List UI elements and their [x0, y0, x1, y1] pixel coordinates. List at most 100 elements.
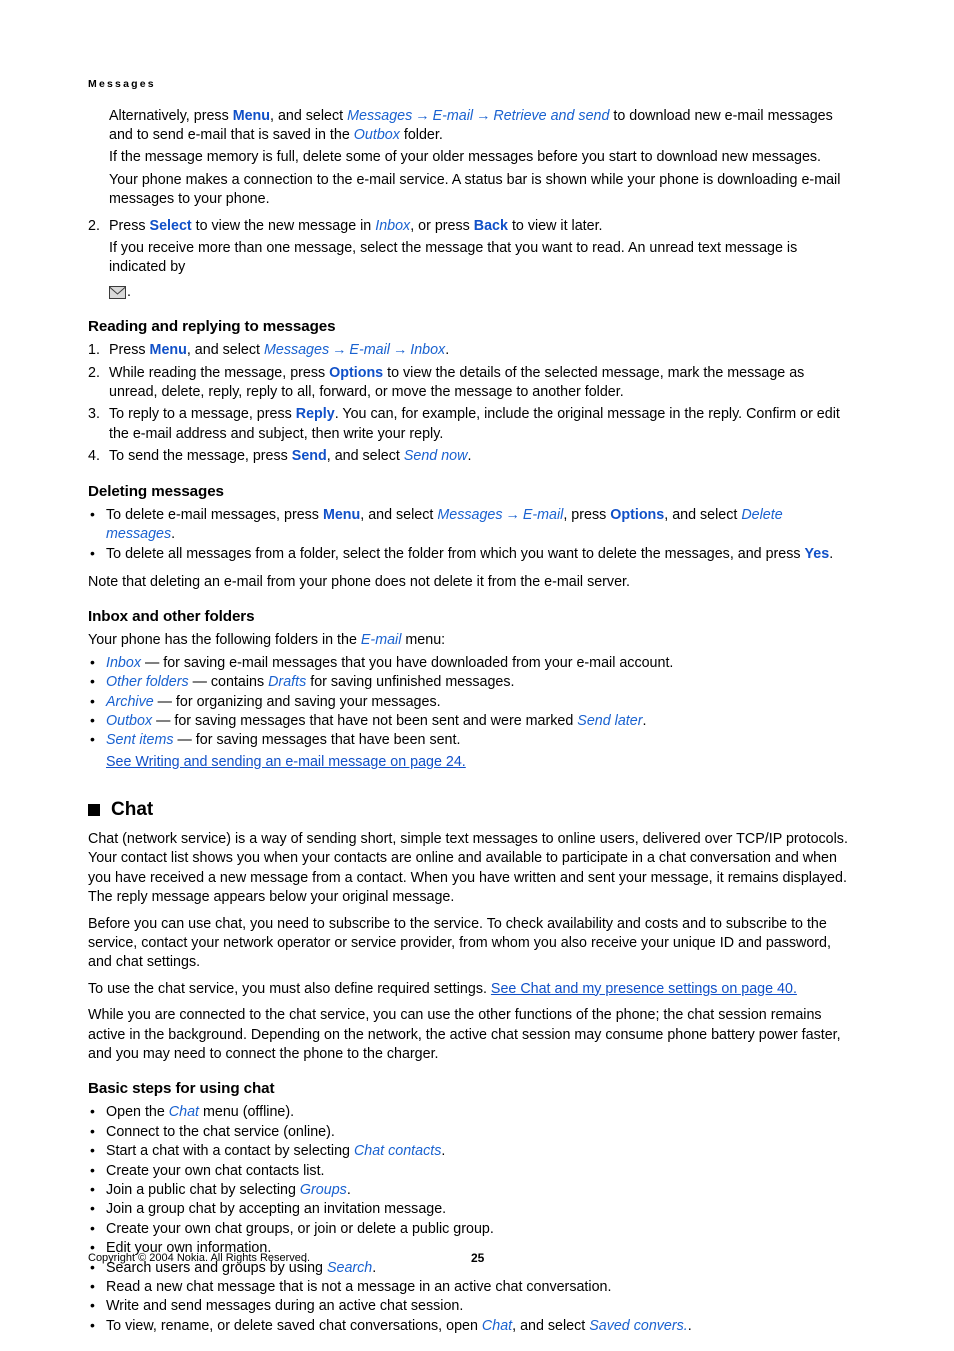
chat-paragraph-2: Before you can use chat, you need to sub…: [88, 915, 831, 971]
text-fragment: Read a new chat message that is not a me…: [106, 1279, 612, 1296]
text-fragment: to view it later.: [507, 217, 603, 234]
back-key-label: Back: [473, 217, 508, 234]
list-item: • To delete e-mail messages, press Menu, …: [88, 506, 854, 545]
text-fragment: To view, rename, or delete saved chat co…: [106, 1317, 482, 1334]
text-fragment: , press: [563, 506, 611, 523]
menu-path-messages: Messages: [437, 506, 503, 523]
list-item: 3. To reply to a message, press Reply. Yo…: [88, 405, 854, 444]
list-item: 2. Press Select to view the new message i…: [88, 217, 854, 236]
cross-reference-link-writing-email[interactable]: See Writing and sending an e-mail messag…: [106, 754, 466, 770]
text-fragment: menu:: [401, 632, 446, 649]
menu-path-email: E-mail: [360, 632, 402, 649]
menu-path-inbox: Inbox: [375, 217, 411, 234]
list-number: 3.: [88, 406, 100, 423]
document-page: Messages Alternatively, press Menu, and …: [0, 0, 954, 1351]
text-fragment: Alternatively, press: [109, 107, 233, 124]
text-fragment: , and select: [664, 506, 742, 523]
text-fragment: Open the: [106, 1104, 169, 1121]
intro-steps-list: 2. Press Select to view the new message i…: [88, 217, 854, 236]
text-fragment: , and select: [512, 1317, 590, 1334]
bullet-icon: •: [90, 1297, 95, 1314]
arrow-icon: →: [415, 107, 430, 124]
text-fragment: To delete e-mail messages, press: [106, 506, 323, 523]
menu-path-chat: Chat: [168, 1104, 199, 1121]
text-fragment: Join a public chat by selecting: [106, 1182, 300, 1198]
folder-name-archive: Archive: [106, 693, 154, 710]
bullet-icon: •: [90, 653, 95, 670]
text-fragment: Write and send messages during an active…: [106, 1298, 464, 1315]
arrow-icon: →: [505, 506, 520, 523]
text-fragment: for saving unfinished messages.: [306, 674, 515, 691]
list-item: 2. While reading the message, press Optio…: [88, 364, 854, 403]
text-fragment: .: [467, 448, 472, 465]
options-key-label: Options: [329, 364, 384, 381]
list-number: 4.: [88, 448, 100, 465]
text-fragment: .: [642, 712, 647, 729]
text-fragment: — for saving messages that have been sen…: [173, 732, 461, 749]
chat-paragraph-4: While you are connected to the chat serv…: [88, 1007, 841, 1062]
menu-key-label: Menu: [232, 107, 271, 124]
text-fragment: .: [829, 545, 834, 562]
menu-path-email: E-mail: [522, 506, 564, 523]
bullet-icon: •: [90, 1103, 95, 1120]
envelope-icon: [109, 286, 126, 300]
bullet-icon: •: [90, 711, 95, 728]
text-fragment: folder.: [399, 127, 443, 143]
bullet-icon: •: [90, 544, 95, 561]
menu-path-email: E-mail: [432, 107, 474, 124]
bullet-icon: •: [90, 1161, 95, 1178]
select-key-label: Select: [149, 217, 192, 234]
text-fragment: Join a group chat by accepting an invita…: [106, 1201, 447, 1218]
text-fragment: Start a chat with a contact by selecting: [106, 1143, 354, 1160]
text-fragment: .: [171, 526, 176, 543]
list-item: • Start a chat with a contact by selectin…: [88, 1142, 854, 1161]
menu-path-send-later: Send later: [577, 712, 643, 729]
running-header: Messages: [88, 78, 156, 90]
menu-path-chat: Chat: [481, 1317, 513, 1334]
list-item: • To view, rename, or delete saved chat c…: [88, 1317, 854, 1336]
section-heading-reading: Reading and replying to messages: [88, 318, 336, 336]
list-item: 1. Press Menu, and select Messages → E-mail…: [88, 341, 854, 360]
text-fragment: — for organizing and saving your message…: [153, 693, 441, 710]
cross-reference-link-chat-presence-settings[interactable]: See Chat and my presence settings on pag…: [491, 981, 797, 997]
menu-key-label: Menu: [149, 342, 187, 359]
copyright-text: Copyright © 2004 Nokia. All Rights Reser…: [88, 1252, 311, 1264]
list-item: • Archive — for organizing and saving you…: [88, 693, 854, 712]
list-item: • To delete all messages from a folder, s…: [88, 545, 854, 564]
text-fragment: Press: [109, 217, 150, 234]
text-fragment: .: [372, 1259, 377, 1276]
list-number: 2.: [88, 364, 100, 381]
text-fragment: Connect to the chat service (online).: [106, 1123, 335, 1140]
list-item: • Other folders — contains Drafts for sav…: [88, 673, 854, 692]
folder-name-other-folders: Other folders: [106, 674, 189, 691]
menu-path-saved-convers: Saved convers.: [589, 1317, 688, 1334]
section-heading-deleting: Deleting messages: [88, 482, 224, 500]
text-fragment: , and select: [270, 107, 348, 124]
bullet-icon: •: [90, 1200, 95, 1217]
menu-path-chat-contacts: Chat contacts: [353, 1143, 442, 1160]
list-number: 1.: [88, 342, 100, 359]
text-fragment: Press: [109, 342, 150, 359]
text-fragment: Create your own chat contacts list.: [106, 1162, 325, 1179]
menu-path-outbox: Outbox: [353, 127, 400, 143]
list-item: • Join a group chat by accepting an invit…: [88, 1200, 854, 1219]
arrow-icon: →: [332, 342, 347, 359]
list-number: 2.: [88, 217, 100, 234]
text-fragment: While reading the message, press: [109, 364, 330, 381]
bullet-icon: •: [90, 1122, 95, 1139]
bullet-icon: •: [90, 1316, 95, 1333]
send-key-label: Send: [291, 448, 327, 465]
list-item: • Join a public chat by selecting Groups.: [88, 1181, 854, 1200]
bullet-icon: •: [90, 1142, 95, 1159]
section-heading-inbox-folders: Inbox and other folders: [88, 608, 255, 626]
text-fragment: .: [445, 342, 450, 359]
text-fragment: to view the new message in: [191, 217, 376, 234]
text-fragment: menu (offline).: [199, 1104, 295, 1121]
section-heading-basic-steps: Basic steps for using chat: [88, 1080, 275, 1098]
step2-sub-paragraph: If you receive more than one message, se…: [109, 240, 798, 276]
text-fragment: — contains: [188, 674, 269, 691]
menu-path-send-now: Send now: [403, 448, 468, 465]
menu-path-messages: Messages: [347, 107, 413, 124]
intro-alternatively-paragraph: Alternatively, press Menu, and select Me…: [109, 107, 854, 146]
list-item: • Read a new chat message that is not a m…: [88, 1278, 854, 1297]
